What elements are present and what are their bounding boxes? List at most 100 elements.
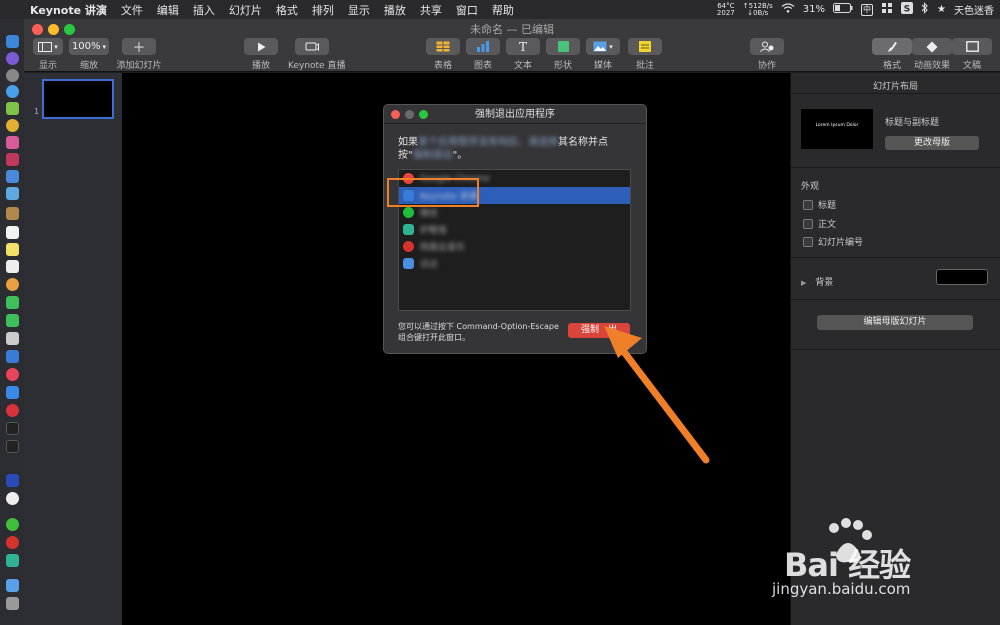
toolbar-zoom[interactable]: 100% ▾ 缩放 xyxy=(69,38,109,71)
toolbar-shape[interactable]: 形状 xyxy=(546,38,580,71)
shape-button[interactable] xyxy=(546,38,580,55)
appearance-title-checkbox[interactable]: 标题 xyxy=(803,198,836,211)
menubar-clock[interactable]: 天色迷香 xyxy=(954,2,994,17)
menu-file[interactable]: 文件 xyxy=(121,2,143,18)
checkbox[interactable] xyxy=(803,218,813,229)
dock-netease-music-icon[interactable] xyxy=(6,536,19,549)
toolbar-document[interactable]: 文稿 xyxy=(952,38,992,71)
menu-edit[interactable]: 编辑 xyxy=(157,2,179,18)
toolbar-text[interactable]: T 文本 xyxy=(506,38,540,71)
text-button[interactable]: T xyxy=(506,38,540,55)
play-button[interactable] xyxy=(244,38,278,55)
sogou-icon[interactable]: S xyxy=(901,2,914,17)
battery-icon[interactable] xyxy=(833,3,853,16)
menu-insert[interactable]: 插入 xyxy=(193,2,215,18)
toolbar-format[interactable]: 格式 xyxy=(872,38,912,71)
toolbar-animate[interactable]: 动画效果 xyxy=(912,38,952,71)
dock-app-icon[interactable] xyxy=(6,170,19,183)
toolbar-keynote-live[interactable]: Keynote 直播 xyxy=(288,38,345,71)
document-button[interactable] xyxy=(952,38,992,55)
dock-reminders-icon[interactable] xyxy=(6,260,19,273)
dock-launchpad-icon[interactable] xyxy=(6,69,19,82)
menu-app-name[interactable]: Keynote 讲演 xyxy=(30,2,107,18)
comment-button[interactable] xyxy=(628,38,662,55)
battery-percent[interactable]: 31% xyxy=(803,4,825,15)
dock-calendar-icon[interactable] xyxy=(6,226,19,239)
dock-vivaldi-icon[interactable] xyxy=(6,404,19,417)
bluetooth-icon[interactable] xyxy=(921,2,929,17)
app-row-eyecare[interactable]: 护眼宝 xyxy=(399,221,630,238)
toolbar-comment[interactable]: 批注 xyxy=(628,38,662,71)
dock-finder-icon[interactable] xyxy=(6,35,19,48)
toolbar-view[interactable]: ▾ 显示 xyxy=(33,38,63,71)
zoom-select[interactable]: 100% ▾ xyxy=(69,38,109,55)
collaborate-button[interactable] xyxy=(750,38,784,55)
background-row[interactable]: ▶ 背景 xyxy=(801,275,833,288)
disclosure-triangle-icon[interactable]: ▶ xyxy=(801,279,806,287)
dock-app-icon[interactable] xyxy=(6,187,19,200)
input-method-indicator[interactable]: 中 xyxy=(861,3,874,16)
menu-window[interactable]: 窗口 xyxy=(456,2,478,18)
animate-button[interactable] xyxy=(912,38,952,55)
add-slide-button[interactable]: ＋ xyxy=(122,38,156,56)
edit-master-button[interactable]: 编辑母版幻灯片 xyxy=(817,315,973,330)
wifi-icon[interactable] xyxy=(781,3,795,16)
toolbar-collaborate[interactable]: 协作 xyxy=(750,38,784,71)
media-button[interactable]: ▾ xyxy=(586,38,620,55)
menu-help[interactable]: 帮助 xyxy=(492,2,514,18)
layout-thumbnail[interactable]: Lorem Ipsum Dolor xyxy=(801,109,873,149)
dock-android-icon[interactable] xyxy=(6,102,19,115)
appearance-body-checkbox[interactable]: 正文 xyxy=(803,217,836,230)
view-button[interactable]: ▾ xyxy=(33,38,63,55)
dock-vpn-icon[interactable] xyxy=(6,474,19,487)
dock-eyecare-icon[interactable] xyxy=(6,554,19,567)
dock-yandex-icon[interactable] xyxy=(6,492,19,505)
dock-app-icon[interactable] xyxy=(6,332,19,345)
dock-appstore-icon[interactable] xyxy=(6,386,19,399)
chart-button[interactable] xyxy=(466,38,500,55)
change-master-button[interactable]: 更改母版 xyxy=(885,136,979,150)
background-color-well[interactable] xyxy=(936,269,988,285)
dock-facetime-icon[interactable] xyxy=(6,314,19,327)
dock-siri-icon[interactable] xyxy=(6,52,19,65)
toolbar-add-slide[interactable]: ＋ 添加幻灯片 xyxy=(116,38,162,71)
checkbox[interactable] xyxy=(803,199,813,210)
menu-share[interactable]: 共享 xyxy=(420,2,442,18)
table-button[interactable] xyxy=(426,38,460,55)
dock-messages-icon[interactable] xyxy=(6,296,19,309)
dock-notes-icon[interactable] xyxy=(6,243,19,256)
app-row-netease-music[interactable]: 网易云音乐 xyxy=(399,238,630,255)
toolbar-chart[interactable]: 图表 xyxy=(466,38,500,71)
menu-format[interactable]: 格式 xyxy=(276,2,298,18)
dock-music-icon[interactable] xyxy=(6,368,19,381)
menu-arrange[interactable]: 排列 xyxy=(312,2,334,18)
dock-app-icon[interactable] xyxy=(6,136,19,149)
toolbar-table[interactable]: 表格 xyxy=(426,38,460,71)
star-icon[interactable]: ★ xyxy=(937,4,946,15)
dock-app-icon[interactable] xyxy=(6,207,19,220)
dock-keynote-icon[interactable] xyxy=(6,350,19,363)
menu-slide[interactable]: 幻灯片 xyxy=(229,2,262,18)
grid-icon[interactable] xyxy=(881,2,893,17)
dock-monitor-icon[interactable] xyxy=(6,440,19,453)
toolbar-media[interactable]: ▾ 媒体 xyxy=(586,38,620,71)
dock-safari-icon[interactable] xyxy=(6,85,19,98)
cpu-stats[interactable]: 64°C 2027 xyxy=(717,2,735,17)
slide-thumbnail[interactable] xyxy=(42,79,114,119)
dock-app-icon[interactable] xyxy=(6,153,19,166)
network-stats[interactable]: ↑512B/s ↓0B/s xyxy=(743,2,773,17)
app-row-finder[interactable]: 访达 xyxy=(399,255,630,272)
checkbox[interactable] xyxy=(803,236,813,247)
appearance-slide-number-checkbox[interactable]: 幻灯片编号 xyxy=(803,235,863,248)
dock-wechat-icon[interactable] xyxy=(6,518,19,531)
dock-folder-icon[interactable] xyxy=(6,579,19,592)
dock-chrome-icon[interactable] xyxy=(6,119,19,132)
dock-photos-icon[interactable] xyxy=(6,278,19,291)
menu-play[interactable]: 播放 xyxy=(384,2,406,18)
toolbar-play[interactable]: 播放 xyxy=(244,38,278,71)
format-button[interactable] xyxy=(872,38,912,55)
dock-terminal-icon[interactable] xyxy=(6,422,19,435)
dock-trash-icon[interactable] xyxy=(6,597,19,610)
menu-view[interactable]: 显示 xyxy=(348,2,370,18)
keynote-live-button[interactable] xyxy=(295,38,329,55)
